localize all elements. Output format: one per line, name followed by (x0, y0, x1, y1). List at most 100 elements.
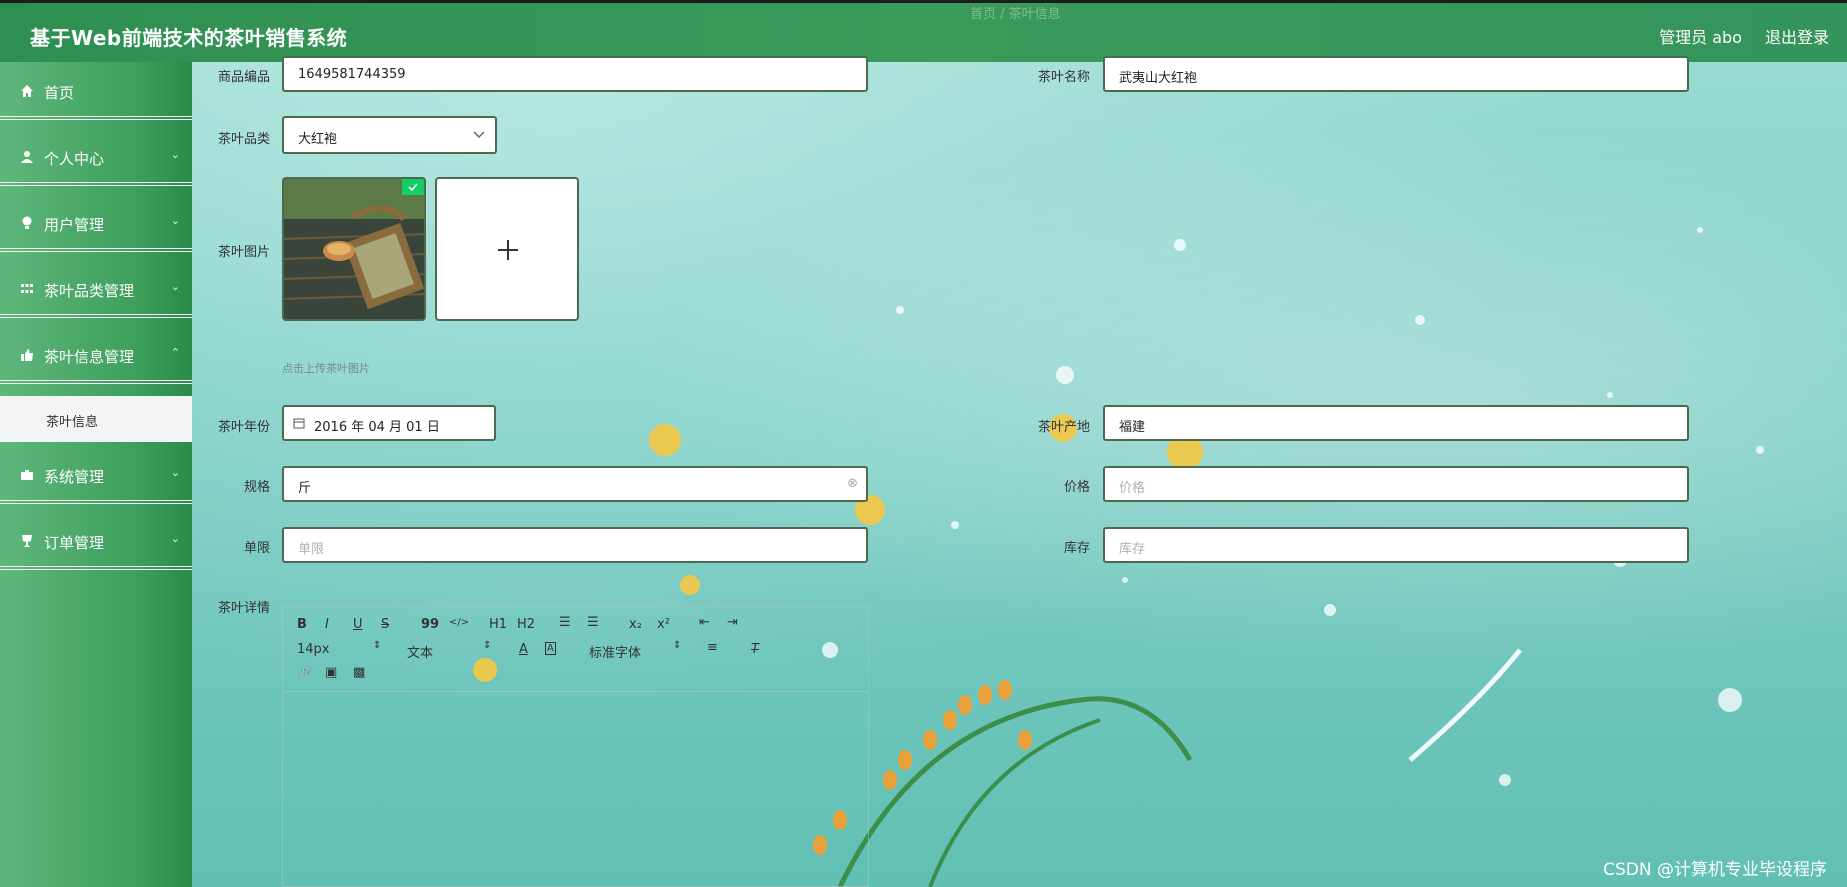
chevron-down-icon: ⌄ (170, 466, 180, 479)
image-label: 茶叶图片 (217, 245, 270, 260)
bold-button[interactable]: B (297, 617, 307, 632)
text-type-select[interactable]: 文本 (407, 642, 433, 661)
background-scene (0, 0, 1847, 887)
category-select[interactable]: 大红袍 (282, 116, 497, 154)
superscript-button[interactable]: x² (657, 617, 670, 632)
chevron-down-icon (473, 131, 485, 139)
h1-button[interactable]: H1 (489, 617, 507, 632)
year-label: 茶叶年份 (217, 420, 270, 435)
year-value: 2016 年 04 月 01 日 (314, 420, 440, 435)
thumb-icon (21, 349, 33, 361)
limit-placeholder: 单限 (298, 542, 325, 557)
bullet-list-icon[interactable]: ☰ (587, 615, 599, 630)
name-label: 茶叶名称 (1037, 70, 1090, 85)
video-icon[interactable]: ▩ (353, 665, 365, 680)
origin-field[interactable]: 福建 (1103, 405, 1689, 441)
sidebar-item-profile[interactable]: 个人中心 ⌄ (0, 128, 192, 186)
user-icon (21, 151, 33, 163)
background-color-icon[interactable]: A (545, 642, 556, 655)
sidebar-item-label: 茶叶品类管理 (44, 282, 135, 300)
clear-format-icon[interactable]: T (751, 642, 759, 657)
origin-value: 福建 (1119, 420, 1146, 435)
clear-icon[interactable]: ⊗ (847, 476, 858, 491)
chevron-down-icon: ⌄ (170, 148, 180, 161)
indent-icon[interactable]: ⇥ (727, 615, 738, 630)
chevron-updown-icon: ⇕ (483, 640, 492, 651)
spec-value: 斤 (298, 481, 312, 496)
watermark: CSDN @计算机专业毕设程序 (1603, 860, 1827, 880)
ordered-list-icon[interactable]: ☰ (559, 615, 571, 630)
sidebar-item-label: 个人中心 (44, 150, 105, 168)
underline-button[interactable]: U (353, 617, 363, 632)
code-field[interactable]: 1649581744359 (282, 56, 868, 92)
plus-icon (498, 240, 518, 260)
code-label: 商品编品 (217, 70, 270, 85)
sidebar-item-label: 用户管理 (44, 216, 105, 234)
image-icon[interactable]: ▣ (325, 665, 337, 680)
price-field[interactable]: 价格 (1103, 466, 1689, 502)
name-value: 武夷山大红袍 (1119, 71, 1198, 86)
sidebar-item-system[interactable]: 系统管理 ⌄ (0, 446, 192, 504)
category-label: 茶叶品类 (217, 132, 270, 147)
breadcrumb: 首页 / 茶叶信息 (970, 7, 1061, 22)
sidebar-item-label: 茶叶信息管理 (44, 348, 135, 366)
sidebar-item-tea-category[interactable]: 茶叶品类管理 ⌄ (0, 260, 192, 318)
chevron-down-icon: ⌄ (170, 532, 180, 545)
limit-field[interactable]: 单限 (282, 527, 868, 563)
top-header: 首页 / 茶叶信息 基于Web前端技术的茶叶销售系统 管理员 abo 退出登录 (0, 0, 1847, 62)
editor-content-area[interactable] (283, 692, 868, 886)
logout-button[interactable]: 退出登录 (1765, 24, 1829, 48)
tea-photo (284, 179, 424, 319)
upload-image-button[interactable] (435, 177, 579, 321)
sidebar-subitem-tea-info[interactable]: 茶叶信息 (0, 396, 192, 442)
chevron-updown-icon: ⇕ (673, 640, 682, 651)
category-value: 大红袍 (298, 132, 338, 147)
outdent-icon[interactable]: ⇤ (699, 615, 710, 630)
name-field[interactable]: 武夷山大红袍 (1103, 56, 1689, 92)
app-title: 基于Web前端技术的茶叶销售系统 (30, 26, 348, 50)
sidebar-item-orders[interactable]: 订单管理 ⌄ (0, 512, 192, 570)
bulb-icon (22, 216, 32, 229)
spec-field[interactable]: 斤 ⊗ (282, 466, 868, 502)
code-value: 1649581744359 (298, 67, 406, 82)
quote-button[interactable]: 99 (421, 617, 439, 632)
year-datepicker[interactable]: 2016 年 04 月 01 日 (282, 405, 496, 441)
chevron-down-icon: ⌄ (170, 280, 180, 293)
chevron-updown-icon: ⇕ (373, 640, 382, 651)
origin-label: 茶叶产地 (1037, 420, 1090, 435)
trophy-icon (22, 535, 32, 547)
detail-label: 茶叶详情 (217, 601, 270, 616)
code-button[interactable]: </> (449, 617, 469, 628)
sidebar-item-users[interactable]: 用户管理 ⌄ (0, 194, 192, 252)
price-label: 价格 (1063, 480, 1090, 495)
sidebar-item-label: 系统管理 (44, 468, 105, 486)
grid-icon (21, 284, 33, 293)
align-icon[interactable]: ≡ (707, 640, 718, 655)
limit-label: 单限 (243, 541, 270, 556)
success-badge (402, 179, 424, 195)
strike-button[interactable]: S (381, 617, 389, 632)
font-family-select[interactable]: 标准字体 (589, 642, 641, 661)
rich-text-editor[interactable]: B I U S 99 </> H1 H2 ☰ ☰ x₂ x² ⇤ ⇥ 14px … (282, 606, 869, 887)
price-placeholder: 价格 (1119, 481, 1146, 496)
sidebar: 首页 个人中心 ⌄ 用户管理 ⌄ 茶叶品类管理 ⌄ 茶叶信息管理 ⌃ 茶叶信息 … (0, 62, 192, 887)
briefcase-icon (21, 470, 33, 480)
font-size-select[interactable]: 14px (297, 642, 330, 657)
check-icon (408, 183, 418, 192)
tea-image-thumbnail[interactable] (282, 177, 426, 321)
chevron-down-icon: ⌄ (170, 214, 180, 227)
h2-button[interactable]: H2 (517, 617, 535, 632)
sidebar-subitem-label: 茶叶信息 (46, 415, 99, 430)
sidebar-item-tea-info[interactable]: 茶叶信息管理 ⌃ (0, 326, 192, 384)
stock-placeholder: 库存 (1119, 542, 1146, 557)
italic-button[interactable]: I (325, 617, 329, 632)
link-icon[interactable]: 🔗 (297, 665, 313, 680)
sidebar-item-label: 首页 (44, 84, 75, 102)
calendar-icon (293, 418, 305, 429)
current-user: 管理员 abo (1659, 28, 1742, 47)
stock-field[interactable]: 库存 (1103, 527, 1689, 563)
font-color-icon[interactable]: A (519, 642, 528, 657)
sidebar-item-home[interactable]: 首页 (0, 62, 192, 120)
subscript-button[interactable]: x₂ (629, 617, 642, 632)
sidebar-item-label: 订单管理 (44, 534, 105, 552)
